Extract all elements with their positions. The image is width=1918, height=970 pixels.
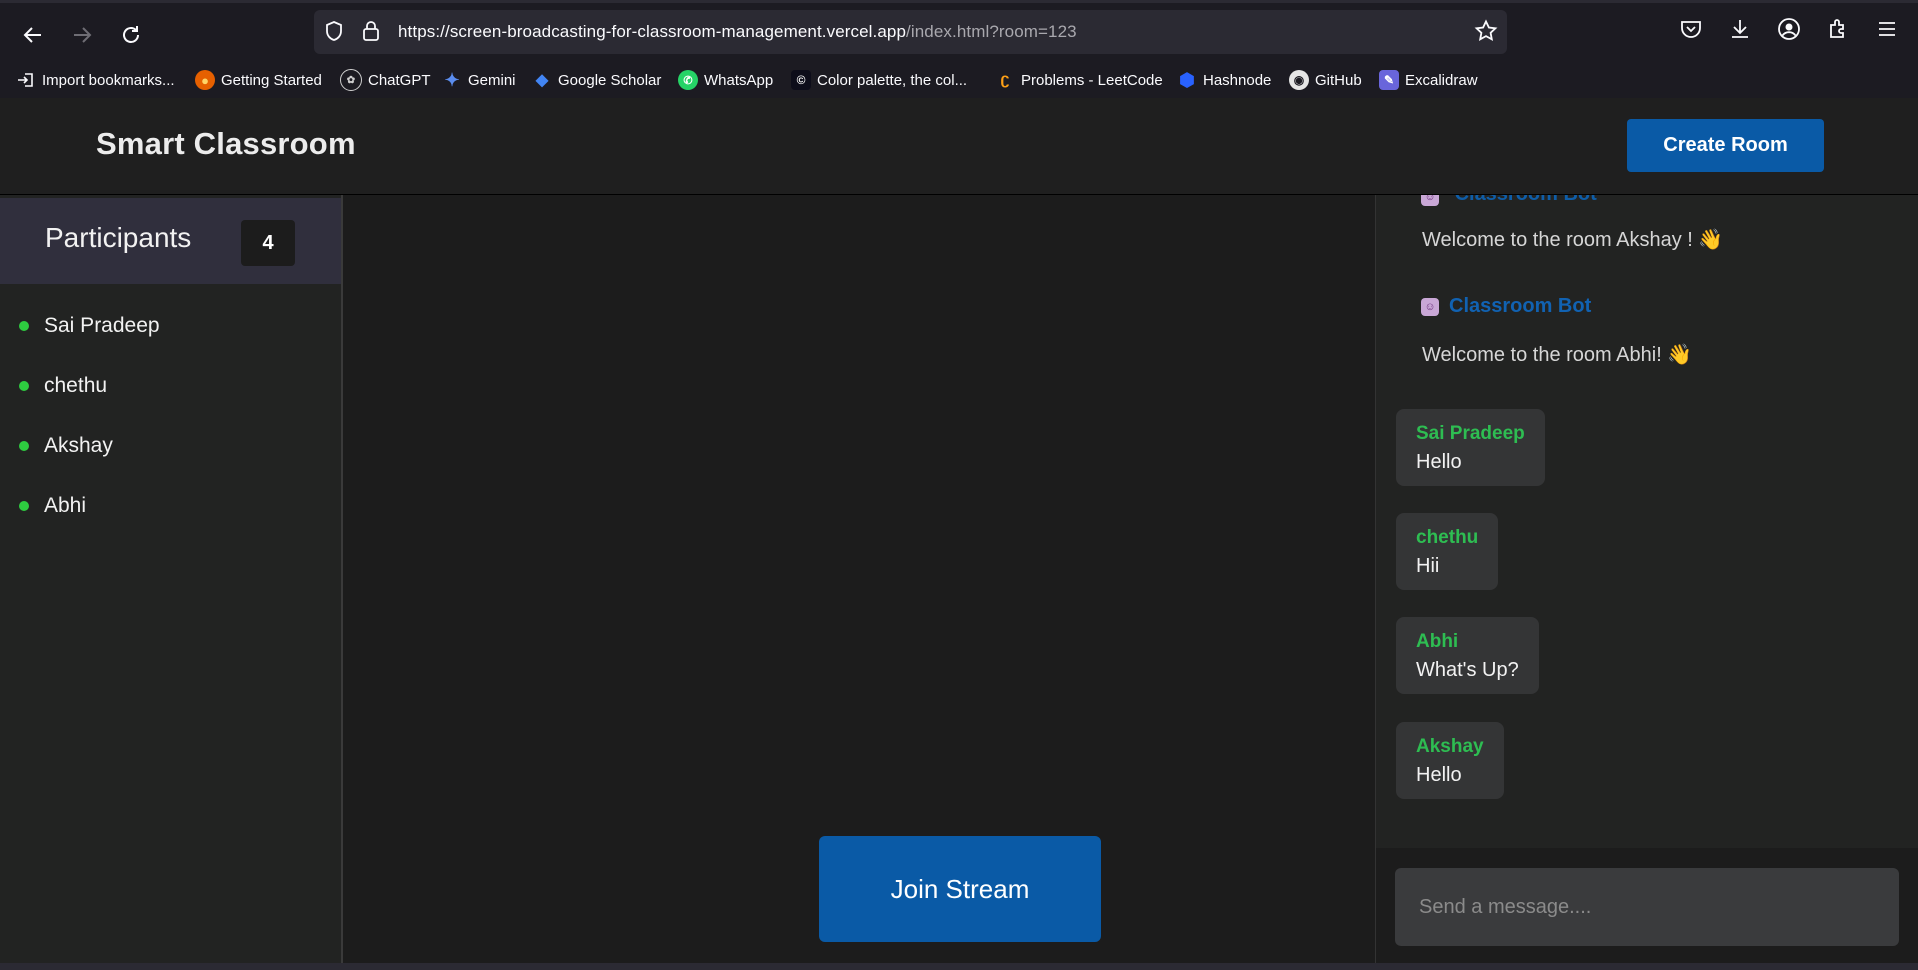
forward-button[interactable] (64, 17, 100, 53)
account-icon[interactable] (1777, 17, 1801, 46)
scholar-icon: ◆ (535, 72, 549, 89)
message-text: Hello (1416, 451, 1462, 473)
message-text: Hello (1416, 764, 1462, 786)
message-text: What's Up? (1416, 659, 1519, 681)
bot-message: Welcome to the room Akshay ! 👋 (1422, 229, 1724, 251)
bookmark-label: Problems - LeetCode (1021, 71, 1163, 89)
online-status-icon (19, 441, 29, 451)
reload-icon (123, 26, 139, 43)
bookmark-getting-started[interactable]: ● Getting Started (195, 69, 322, 91)
bookmark-label: Excalidraw (1405, 71, 1478, 89)
participant-item: Akshay (19, 432, 113, 460)
chat-input-area (1376, 848, 1918, 963)
forward-arrow-icon (74, 27, 92, 43)
bookmark-label: WhatsApp (704, 71, 774, 89)
github-icon: ◉ (1289, 70, 1309, 90)
stream-area: Join Stream (343, 195, 1375, 963)
extensions-icon[interactable] (1826, 17, 1850, 46)
participants-panel: Participants 4 Sai Pradeep chethu Akshay… (0, 195, 343, 963)
chat-message: Abhi What's Up? (1396, 617, 1539, 694)
bookmark-color-palette[interactable]: © Color palette, the col... (791, 69, 967, 91)
bookmarks-bar: Import bookmarks... ● Getting Started ✿ … (0, 62, 1918, 99)
bot-name-text: Classroom Bot (1455, 195, 1597, 205)
browser-toolbar: https://screen-broadcasting-for-classroo… (0, 0, 1918, 62)
join-stream-button[interactable]: Join Stream (819, 836, 1101, 942)
back-arrow-icon (23, 27, 41, 43)
bookmark-label: Hashnode (1203, 71, 1272, 89)
participant-name: chethu (44, 374, 108, 397)
robot-icon: ☺ (1421, 297, 1439, 316)
bookmark-github[interactable]: ◉ GitHub (1289, 69, 1362, 91)
bookmark-label: Google Scholar (558, 71, 662, 89)
bookmark-google-scholar[interactable]: ◆ Google Scholar (532, 69, 662, 91)
participant-item: chethu (19, 372, 107, 400)
download-icon[interactable] (1728, 17, 1752, 46)
chat-messages[interactable]: ☺ Classroom Bot Welcome to the room Aksh… (1376, 195, 1918, 848)
bookmark-label: ChatGPT (368, 71, 431, 89)
bot-name: ☺ Classroom Bot (1421, 295, 1591, 318)
robot-icon: ☺ (1421, 195, 1439, 206)
participant-item: Sai Pradeep (19, 312, 160, 340)
online-status-icon (19, 381, 29, 391)
pocket-icon[interactable] (1679, 17, 1703, 46)
chat-message: Akshay Hello (1396, 722, 1504, 799)
bookmark-whatsapp[interactable]: ✆ WhatsApp (678, 69, 773, 91)
coolors-icon: © (791, 70, 811, 90)
message-sender: chethu (1416, 527, 1479, 548)
url-host: https://screen-broadcasting-for-classroo… (398, 22, 907, 41)
chat-message: Sai Pradeep Hello (1396, 409, 1545, 486)
bookmark-import[interactable]: Import bookmarks... (16, 69, 175, 91)
participants-header: Participants 4 (0, 198, 341, 284)
firefox-icon: ● (195, 70, 215, 90)
gemini-icon: ✦ (444, 69, 460, 90)
menu-icon[interactable] (1875, 17, 1899, 46)
url-text[interactable]: https://screen-broadcasting-for-classroo… (398, 22, 1077, 42)
bookmark-excalidraw[interactable]: ✎ Excalidraw (1379, 69, 1478, 91)
whatsapp-icon: ✆ (678, 70, 698, 90)
import-icon (16, 70, 36, 90)
back-button[interactable] (15, 17, 51, 53)
create-room-button[interactable]: Create Room (1627, 119, 1824, 172)
participant-name: Akshay (44, 434, 113, 457)
online-status-icon (19, 321, 29, 331)
reload-button[interactable] (113, 17, 149, 53)
bot-name-text: Classroom Bot (1449, 295, 1592, 317)
star-icon[interactable] (1474, 19, 1498, 48)
message-sender: Sai Pradeep (1416, 423, 1525, 444)
url-path: /index.html?room=123 (906, 22, 1077, 41)
leetcode-icon: ʗ (1000, 71, 1010, 88)
excalidraw-icon: ✎ (1379, 70, 1399, 90)
message-sender: Akshay (1416, 736, 1484, 757)
bot-message: Welcome to the room Abhi! 👋 (1422, 344, 1693, 366)
bookmark-label: Color palette, the col... (817, 71, 968, 89)
chat-panel: ☺ Classroom Bot Welcome to the room Aksh… (1375, 195, 1918, 963)
message-text: Hii (1416, 555, 1440, 577)
message-input[interactable] (1395, 868, 1899, 946)
bot-name-partial: ☺ Classroom Bot (1421, 195, 1597, 206)
participants-title: Participants (45, 222, 192, 253)
window-bottom-edge (0, 963, 1918, 970)
bookmark-label: Getting Started (221, 71, 322, 89)
shield-icon[interactable] (324, 20, 344, 47)
bookmark-label: Import bookmarks... (42, 71, 175, 89)
bookmark-gemini[interactable]: ✦ Gemini (442, 69, 516, 91)
chatgpt-icon: ✿ (340, 69, 362, 91)
bookmark-leetcode[interactable]: ʗ Problems - LeetCode (995, 69, 1163, 91)
bookmark-label: Gemini (468, 71, 516, 89)
hashnode-icon: ⬢ (1179, 69, 1195, 90)
participant-name: Abhi (44, 494, 87, 517)
app-brand: Smart Classroom (96, 126, 356, 161)
message-sender: Abhi (1416, 631, 1459, 652)
participant-name: Sai Pradeep (44, 314, 160, 337)
bookmark-label: GitHub (1315, 71, 1362, 89)
participants-count-badge: 4 (241, 220, 295, 266)
chat-message: chethu Hii (1396, 513, 1499, 590)
address-bar[interactable]: https://screen-broadcasting-for-classroo… (314, 10, 1507, 54)
bookmark-chatgpt[interactable]: ✿ ChatGPT (340, 69, 431, 91)
bookmark-hashnode[interactable]: ⬢ Hashnode (1177, 69, 1271, 91)
lock-icon[interactable] (362, 20, 380, 47)
app-header: Smart Classroom Create Room (0, 98, 1918, 195)
participant-item: Abhi (19, 492, 86, 520)
online-status-icon (19, 501, 29, 511)
